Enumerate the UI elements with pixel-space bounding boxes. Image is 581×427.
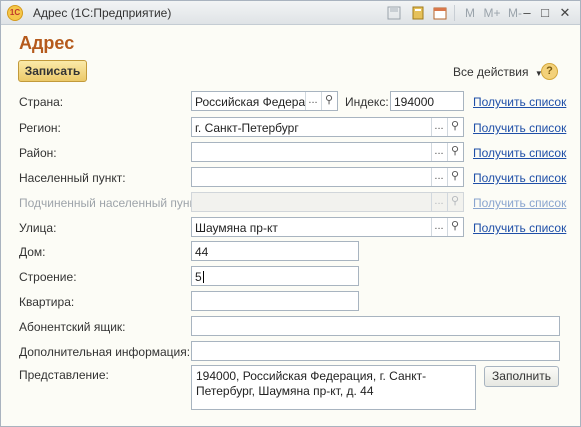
street-get-list-link[interactable]: Получить список: [473, 221, 566, 235]
sub-settlement-field: ... ⚲: [191, 192, 464, 212]
street-label: Улица:: [19, 221, 57, 235]
window-title: Адрес (1С:Предприятие): [33, 6, 172, 20]
region-get-list-link[interactable]: Получить список: [473, 121, 566, 135]
country-select-button[interactable]: ...: [305, 92, 320, 110]
presentation-textarea[interactable]: 194000, Российская Федерация, г. Санкт-П…: [191, 365, 476, 410]
po-box-field[interactable]: [191, 316, 560, 336]
search-icon: ⚲: [447, 193, 462, 211]
country-field[interactable]: Российская Федерац ... ⚲: [191, 91, 338, 111]
form-title: Адрес: [19, 33, 75, 53]
building-label: Строение:: [19, 270, 77, 284]
text-caret: [202, 271, 204, 283]
help-icon[interactable]: ?: [541, 63, 558, 80]
district-field[interactable]: ... ⚲: [191, 142, 464, 162]
building-field[interactable]: 5: [191, 266, 359, 286]
country-get-list-link[interactable]: Получить список: [473, 95, 566, 109]
district-label: Район:: [19, 146, 57, 160]
settlement-select-button[interactable]: ...: [431, 168, 446, 186]
app-1c-icon[interactable]: 1C: [7, 5, 23, 21]
street-value: Шаумяна пр-кт: [195, 221, 278, 235]
region-value: г. Санкт-Петербург: [195, 121, 299, 135]
memory-m-button[interactable]: M: [464, 6, 476, 20]
street-field[interactable]: Шаумяна пр-кт ... ⚲: [191, 217, 464, 237]
close-icon[interactable]: ✕: [557, 5, 573, 21]
index-label: Индекс:: [345, 95, 389, 109]
sub-settlement-label: Подчиненный населенный пункт:: [19, 196, 204, 210]
settlement-field[interactable]: ... ⚲: [191, 167, 464, 187]
address-window: 1C Адрес (1С:Предприятие) M M+ M- – □ ✕ …: [0, 0, 581, 427]
settlement-label: Населенный пункт:: [19, 171, 126, 185]
country-label: Страна:: [19, 95, 64, 109]
save-icon[interactable]: [387, 6, 401, 20]
settlement-get-list-link[interactable]: Получить список: [473, 171, 566, 185]
search-icon[interactable]: ⚲: [321, 92, 336, 110]
extra-info-label: Дополнительная информация:: [19, 345, 191, 359]
country-value: Российская Федерац: [195, 95, 313, 109]
save-button[interactable]: Записать: [18, 60, 87, 82]
fill-button[interactable]: Заполнить: [484, 366, 559, 387]
calculator-icon[interactable]: [411, 6, 425, 20]
search-icon[interactable]: ⚲: [447, 118, 462, 136]
district-get-list-link[interactable]: Получить список: [473, 146, 566, 160]
calendar-icon[interactable]: [433, 6, 447, 20]
maximize-icon[interactable]: □: [537, 5, 553, 21]
building-value: 5: [195, 270, 202, 284]
search-icon[interactable]: ⚲: [447, 218, 462, 236]
sub-settlement-get-list-link: Получить список: [473, 196, 567, 210]
apartment-field[interactable]: [191, 291, 359, 311]
house-field[interactable]: 44: [191, 241, 359, 261]
region-field[interactable]: г. Санкт-Петербург ... ⚲: [191, 117, 464, 137]
district-select-button[interactable]: ...: [431, 143, 446, 161]
house-label: Дом:: [19, 245, 46, 259]
region-label: Регион:: [19, 121, 61, 135]
minimize-icon[interactable]: –: [519, 5, 535, 21]
index-field[interactable]: 194000: [390, 91, 464, 111]
presentation-label: Представление:: [19, 368, 109, 382]
search-icon[interactable]: ⚲: [447, 143, 462, 161]
search-icon[interactable]: ⚲: [447, 168, 462, 186]
title-bar: 1C Адрес (1С:Предприятие) M M+ M- – □ ✕: [1, 1, 580, 25]
po-box-label: Абонентский ящик:: [19, 320, 126, 334]
all-actions-menu[interactable]: Все действия ▼: [453, 65, 543, 79]
sub-settlement-select-button: ...: [431, 193, 446, 211]
region-select-button[interactable]: ...: [431, 118, 446, 136]
extra-info-field[interactable]: [191, 341, 560, 361]
all-actions-label: Все действия: [453, 65, 529, 79]
street-select-button[interactable]: ...: [431, 218, 446, 236]
memory-m-plus-button[interactable]: M+: [483, 6, 501, 20]
apartment-label: Квартира:: [19, 295, 75, 309]
titlebar-separator: [454, 5, 455, 21]
